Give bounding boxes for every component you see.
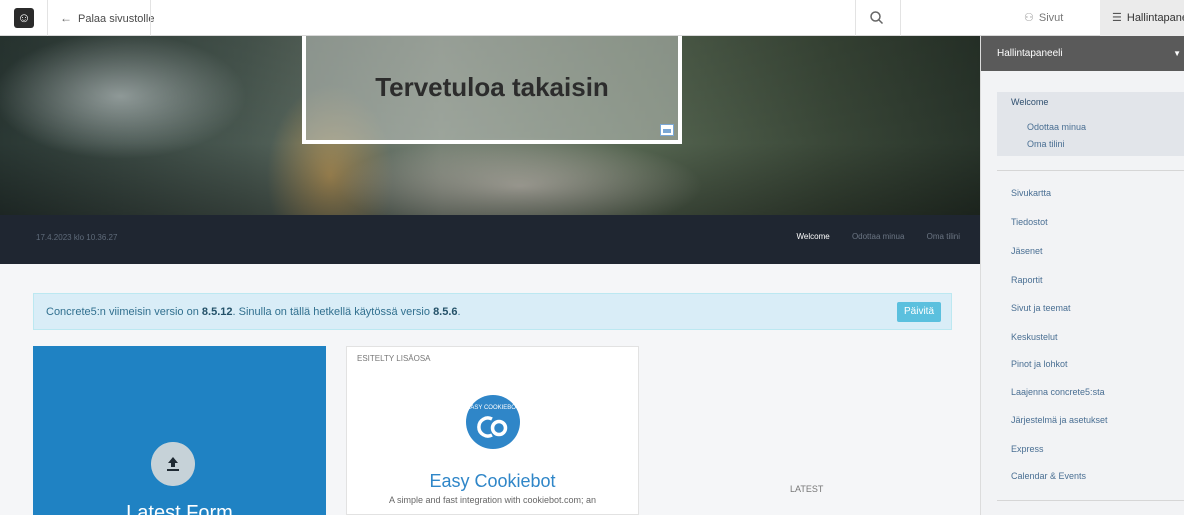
panel-item-waiting[interactable]: Odottaa minua xyxy=(1027,122,1086,132)
addon-title: Easy Cookiebot xyxy=(429,471,556,491)
concrete5-logo-icon[interactable]: ☺ xyxy=(14,8,34,28)
nav-links: Welcome Odottaa minua Oma tilini xyxy=(777,232,961,241)
addon-description: A simple and fast integration with cooki… xyxy=(388,495,597,505)
update-button[interactable]: Päivitä xyxy=(896,302,941,322)
nav-link-waiting[interactable]: Odottaa minua xyxy=(852,232,904,241)
featured-addon-card[interactable]: ESITELTY LISÄOSA EASY COOKIEBOT Easy Coo… xyxy=(346,346,639,515)
panel-item-system-settings[interactable]: Järjestelmä ja asetukset xyxy=(1011,415,1108,425)
hero-title-box[interactable]: Tervetuloa takaisin xyxy=(302,36,682,144)
toolbar-divider xyxy=(47,0,48,36)
panel-divider xyxy=(997,170,1184,171)
panel-item-welcome[interactable]: Welcome xyxy=(1011,97,1048,107)
alert-text-end: . xyxy=(457,306,461,318)
dashboard-panel-title: Hallintapaneeli xyxy=(997,48,1063,59)
alert-text-pre: Concrete5:n viimeisin versio on xyxy=(46,306,202,318)
panel-item-stacks-blocks[interactable]: Pinot ja lohkot xyxy=(1011,359,1068,369)
search-icon[interactable] xyxy=(868,9,886,27)
cookiebot-logo-icon: EASY COOKIEBOT xyxy=(466,395,520,449)
latest-label: LATEST xyxy=(790,484,824,494)
panel-item-conversations[interactable]: Keskustelut xyxy=(1011,332,1058,342)
content-area: Concrete5:n viimeisin versio on 8.5.12. … xyxy=(0,264,980,515)
alert-current-version: 8.5.6 xyxy=(433,306,458,318)
latest-form-title: Latest Form xyxy=(126,502,233,515)
latest-form-card[interactable]: Latest Form xyxy=(33,346,326,515)
alert-latest-version: 8.5.12 xyxy=(201,306,233,318)
hero-image: Tervetuloa takaisin xyxy=(0,36,980,215)
update-alert: Concrete5:n viimeisin versio on 8.5.12. … xyxy=(33,293,952,330)
back-to-site-label: Palaa sivustolle xyxy=(78,13,155,25)
cookiebot-co-icon xyxy=(477,416,508,438)
featured-addon-label: ESITELTY LISÄOSA xyxy=(357,354,431,363)
pages-button[interactable]: ⚇ Sivut xyxy=(1024,0,1063,36)
panel-item-account[interactable]: Oma tilini xyxy=(1027,139,1065,149)
caret-down-icon: ▼ xyxy=(1173,49,1181,58)
pages-label: Sivut xyxy=(1038,12,1064,24)
image-icon[interactable] xyxy=(660,124,674,136)
dashboard-panel-header[interactable]: Hallintapaneeli ▼ xyxy=(981,36,1184,71)
dashboard-label: Hallintapaneeli xyxy=(1126,12,1184,24)
panel-item-pages-themes[interactable]: Sivut ja teemat xyxy=(1011,303,1071,313)
last-login-date: 17.4.2023 klo 10.36.27 xyxy=(36,233,118,242)
panel-item-extend[interactable]: Laajenna concrete5:sta xyxy=(1011,387,1105,397)
dashboard-panel: Hallintapaneeli ▼ Welcome Odottaa minua … xyxy=(980,36,1184,515)
toolbar-divider xyxy=(855,0,856,36)
top-toolbar: ☺ ← Palaa sivustolle ⚇ Sivut ☰ Hallintapane… xyxy=(0,0,1184,36)
panel-item-calendar[interactable]: Calendar & Events xyxy=(1011,471,1086,481)
site-navbar: 17.4.2023 klo 10.36.27 Welcome Odottaa m… xyxy=(0,215,980,264)
dashboard-button[interactable]: ☰ Hallintapaneeli xyxy=(1100,0,1184,36)
sitemap-icon: ⚇ xyxy=(1024,12,1034,24)
back-to-site-button[interactable]: ← Palaa sivustolle xyxy=(60,0,154,36)
nav-link-account[interactable]: Oma tilini xyxy=(927,232,960,241)
page-preview: Tervetuloa takaisin 17.4.2023 klo 10.36.… xyxy=(0,36,980,515)
hero-title: Tervetuloa takaisin xyxy=(375,72,609,102)
arrow-left-icon: ← xyxy=(60,11,72,25)
panel-item-reports[interactable]: Raportit xyxy=(1011,275,1043,285)
panel-item-express[interactable]: Express xyxy=(1011,444,1044,454)
toolbar-divider xyxy=(900,0,901,36)
toolbar-divider xyxy=(150,0,151,36)
panel-divider xyxy=(997,500,1184,501)
upload-icon xyxy=(151,442,195,486)
sliders-icon: ☰ xyxy=(1112,12,1122,24)
alert-text-mid: . Sinulla on tällä hetkellä käytössä ver… xyxy=(232,306,434,318)
panel-item-sitemap[interactable]: Sivukartta xyxy=(1011,188,1051,198)
panel-item-files[interactable]: Tiedostot xyxy=(1011,217,1048,227)
panel-item-members[interactable]: Jäsenet xyxy=(1011,246,1043,256)
nav-link-welcome[interactable]: Welcome xyxy=(797,232,830,241)
